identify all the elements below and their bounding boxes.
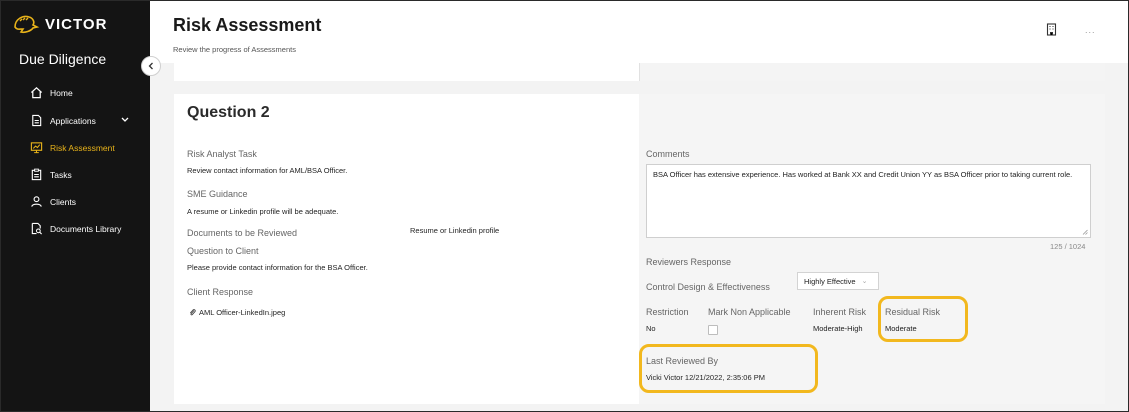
character-counter: 125 / 1024 [1050, 242, 1086, 251]
restriction-label: Restriction [646, 307, 689, 317]
chevron-down-icon[interactable] [121, 117, 129, 123]
restriction-value: No [646, 324, 656, 333]
sidebar-item-home[interactable]: Home [30, 86, 73, 99]
inherent-risk-label: Inherent Risk [813, 307, 867, 317]
clipboard-icon [31, 168, 42, 181]
sidebar-item-label: Documents Library [50, 223, 122, 234]
page-subtitle: Review the progress of Assessments [173, 45, 296, 54]
residual-risk-highlight [878, 296, 968, 342]
control-design-value: Highly Effective [804, 276, 856, 286]
sidebar: VICTOR Due Diligence Home Applications R… [1, 1, 150, 411]
mark-non-applicable-checkbox[interactable] [708, 325, 718, 335]
inherent-risk-value: Moderate-High [813, 324, 863, 333]
app-name: Due Diligence [19, 51, 107, 67]
risk-analyst-task-value: Review contact information for AML/BSA O… [187, 166, 348, 175]
sidebar-item-label: Applications [50, 115, 96, 126]
sidebar-item-applications[interactable]: Applications [30, 114, 96, 127]
sidebar-item-tasks[interactable]: Tasks [30, 168, 72, 181]
control-design-select[interactable]: Highly Effective ⌄ [797, 272, 879, 290]
paperclip-icon [189, 309, 196, 316]
question-to-client-label: Question to Client [187, 246, 259, 256]
documents-label: Documents to be Reviewed [187, 228, 298, 238]
sme-guidance-value: A resume or Linkedin profile will be ade… [187, 207, 339, 216]
question-title: Question 2 [187, 104, 270, 121]
risk-analyst-task-label: Risk Analyst Task [187, 149, 257, 159]
chevron-left-icon [148, 62, 153, 70]
brand-name: VICTOR [45, 15, 108, 33]
page-title: Risk Assessment [173, 15, 322, 35]
sidebar-item-label: Tasks [50, 169, 72, 180]
previous-question-card-left [174, 63, 639, 81]
sme-guidance-label: SME Guidance [187, 189, 248, 199]
resize-handle-icon[interactable] [1082, 229, 1088, 235]
sidebar-item-label: Clients [50, 196, 76, 207]
comments-textarea[interactable]: BSA Officer has extensive experience. Ha… [646, 164, 1091, 238]
chevron-down-icon: ⌄ [861, 278, 868, 285]
previous-question-card-right [639, 63, 1105, 81]
more-options-icon[interactable]: ... [1085, 25, 1096, 35]
comments-label: Comments [646, 149, 690, 159]
attachment-link[interactable]: AML Officer-LinkedIn.jpeg [189, 308, 285, 317]
page-header: Risk Assessment Review the progress of A… [150, 1, 1128, 63]
lion-logo-icon [14, 15, 40, 34]
last-reviewed-highlight [639, 344, 818, 393]
risk-chart-icon [30, 142, 43, 154]
control-design-label: Control Design & Effectiveness [646, 282, 770, 292]
building-icon[interactable] [1046, 23, 1057, 36]
comments-text: BSA Officer has extensive experience. Ha… [653, 170, 1073, 179]
user-icon [31, 196, 42, 207]
mark-non-applicable-label: Mark Non Applicable [708, 307, 791, 317]
client-response-label: Client Response [187, 287, 254, 297]
reviewers-response-label: Reviewers Response [646, 257, 732, 267]
documents-value: Resume or Linkedin profile [410, 226, 500, 235]
sidebar-item-label: Home [50, 87, 73, 98]
brand-logo[interactable]: VICTOR [13, 13, 107, 35]
app-window: VICTOR Due Diligence Home Applications R… [0, 0, 1129, 412]
sidebar-item-label: Risk Assessment [50, 142, 115, 153]
document-icon [32, 114, 42, 127]
question-to-client-value: Please provide contact information for t… [187, 263, 368, 272]
collapse-sidebar-button[interactable] [141, 56, 161, 76]
sidebar-item-risk-assessment[interactable]: Risk Assessment [30, 141, 115, 154]
document-search-icon [31, 222, 43, 235]
attachment-name: AML Officer-LinkedIn.jpeg [199, 308, 286, 317]
divider [639, 63, 640, 81]
home-icon [30, 87, 43, 99]
sidebar-item-documents-library[interactable]: Documents Library [30, 222, 121, 235]
sidebar-item-clients[interactable]: Clients [30, 195, 76, 208]
